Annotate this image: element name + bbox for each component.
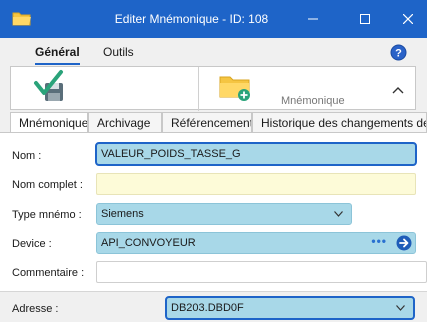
type-mnemo-label: Type mnémo : bbox=[12, 209, 82, 221]
add-folder-icon[interactable] bbox=[219, 73, 251, 101]
mnemonique-group-label: Mnémonique bbox=[281, 95, 345, 107]
device-browse-button[interactable]: ••• bbox=[371, 234, 387, 248]
save-icon[interactable] bbox=[33, 69, 69, 107]
close-icon bbox=[403, 14, 413, 24]
title-bar: Editer Mnémonique - ID: 108 bbox=[0, 0, 427, 38]
nom-value: VALEUR_POIDS_TASSE_G bbox=[101, 148, 241, 160]
tab-general[interactable]: Général bbox=[35, 45, 80, 65]
close-button[interactable] bbox=[385, 0, 427, 38]
nom-complet-label: Nom complet : bbox=[12, 179, 83, 191]
maximize-button[interactable] bbox=[342, 0, 388, 38]
type-mnemo-select[interactable]: Siemens bbox=[96, 203, 352, 225]
device-field[interactable]: API_CONVOYEUR ••• bbox=[96, 232, 416, 254]
minimize-button[interactable] bbox=[290, 0, 336, 38]
commentaire-field[interactable] bbox=[96, 261, 427, 283]
adresse-select[interactable]: DB203.DBD0F bbox=[165, 296, 415, 320]
adresse-value: DB203.DBD0F bbox=[171, 302, 244, 314]
adresse-label: Adresse : bbox=[12, 303, 59, 315]
ribbon-separator bbox=[198, 67, 199, 111]
adresse-row: Adresse : DB203.DBD0F bbox=[0, 291, 427, 322]
minimize-icon bbox=[308, 18, 318, 20]
device-value: API_CONVOYEUR bbox=[101, 237, 196, 249]
device-label: Device : bbox=[12, 238, 52, 250]
maximize-icon bbox=[360, 14, 370, 24]
svg-text:?: ? bbox=[395, 48, 402, 60]
nom-field[interactable]: VALEUR_POIDS_TASSE_G bbox=[95, 142, 417, 166]
tab-mnemonique[interactable]: Mnémonique bbox=[10, 112, 88, 133]
chevron-down-icon bbox=[396, 305, 405, 311]
nom-label: Nom : bbox=[12, 150, 42, 162]
chevron-down-icon bbox=[334, 211, 343, 217]
help-icon[interactable]: ? bbox=[390, 44, 407, 61]
chevron-up-icon[interactable] bbox=[391, 85, 405, 95]
nom-complet-field[interactable] bbox=[96, 173, 416, 195]
type-mnemo-value: Siemens bbox=[101, 208, 144, 220]
arrow-right-icon[interactable] bbox=[396, 235, 412, 251]
ribbon-tabs: Général Outils ? bbox=[0, 38, 427, 66]
tab-outils[interactable]: Outils bbox=[103, 45, 134, 59]
commentaire-label: Commentaire : bbox=[12, 267, 85, 279]
ribbon-panel: Mnémonique bbox=[10, 66, 416, 111]
tab-historique[interactable]: Historique des changements de valeur bbox=[252, 112, 427, 132]
tab-archivage[interactable]: Archivage bbox=[88, 112, 162, 132]
detail-tabs: Mnémonique Archivage Référencement Histo… bbox=[10, 112, 427, 133]
tab-referencement[interactable]: Référencement bbox=[162, 112, 252, 132]
